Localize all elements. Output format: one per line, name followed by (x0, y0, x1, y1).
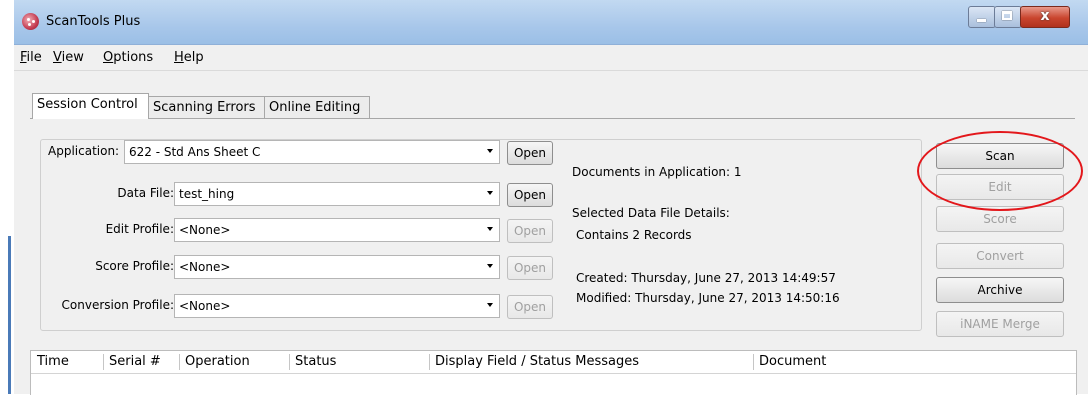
conversion-profile-select[interactable]: <None> (174, 294, 500, 318)
background-window-strip (8, 236, 11, 394)
conversion-profile-value: <None> (179, 299, 231, 313)
maximize-icon (1002, 11, 1012, 20)
edit-profile-value: <None> (179, 223, 231, 237)
score-profile-select[interactable]: <None> (174, 255, 500, 279)
menu-bar: File View Options Help (14, 45, 1088, 71)
column-operation[interactable]: Operation (185, 354, 250, 369)
app-logo-icon (22, 13, 39, 30)
column-time[interactable]: Time (37, 354, 69, 369)
dropdown-arrow-icon (487, 264, 493, 268)
records-count: Contains 2 Records (576, 228, 692, 242)
documents-count: Documents in Application: 1 (572, 165, 742, 179)
minimize-button[interactable] (968, 6, 996, 28)
column-document[interactable]: Document (759, 354, 826, 369)
convert-button[interactable]: Convert (936, 243, 1064, 269)
menu-help[interactable]: Help (174, 50, 204, 65)
score-profile-value: <None> (179, 260, 231, 274)
tab-session-control[interactable]: Session Control (32, 93, 149, 119)
data-file-open-button[interactable]: Open (507, 183, 553, 207)
menu-view[interactable]: View (53, 50, 84, 65)
column-display-field[interactable]: Display Field / Status Messages (435, 354, 639, 369)
dropdown-arrow-icon (487, 149, 493, 153)
data-file-label: Data File: (100, 186, 174, 200)
dropdown-arrow-icon (487, 303, 493, 307)
close-icon: x (1040, 8, 1050, 24)
score-button[interactable]: Score (936, 206, 1064, 232)
title-bar[interactable]: ScanTools Plus x (14, 0, 1088, 45)
tab-online-editing[interactable]: Online Editing (264, 96, 370, 118)
application-select[interactable]: 622 - Std Ans Sheet C (124, 140, 500, 164)
client-area: Session Control Scanning Errors Online E… (14, 71, 1088, 395)
application-open-button[interactable]: Open (507, 141, 553, 165)
minimize-icon (977, 19, 986, 22)
close-button[interactable]: x (1020, 6, 1070, 28)
app-window: ScanTools Plus x File View Options Help … (14, 0, 1088, 395)
scan-button[interactable]: Scan (936, 143, 1064, 169)
data-file-value: test_hing (179, 187, 235, 201)
edit-profile-select[interactable]: <None> (174, 218, 500, 242)
menu-options[interactable]: Options (103, 50, 153, 65)
menu-file[interactable]: File (20, 50, 42, 65)
data-file-select[interactable]: test_hing (174, 182, 500, 206)
edit-profile-label: Edit Profile: (84, 222, 174, 236)
column-serial[interactable]: Serial # (109, 354, 161, 369)
edit-button[interactable]: Edit (936, 174, 1064, 200)
dropdown-arrow-icon (487, 191, 493, 195)
session-log-table[interactable]: Time Serial # Operation Status Display F… (30, 350, 1077, 395)
log-header: Time Serial # Operation Status Display F… (31, 351, 1076, 374)
created-timestamp: Created: Thursday, June 27, 2013 14:49:5… (576, 271, 836, 285)
column-status[interactable]: Status (295, 354, 336, 369)
edit-profile-open-button[interactable]: Open (507, 219, 553, 243)
conversion-profile-label: Conversion Profile: (44, 298, 174, 312)
tab-scanning-errors[interactable]: Scanning Errors (148, 96, 265, 118)
conversion-profile-open-button[interactable]: Open (507, 295, 553, 319)
application-value: 622 - Std Ans Sheet C (129, 145, 261, 159)
score-profile-open-button[interactable]: Open (507, 256, 553, 280)
window-title: ScanTools Plus (46, 14, 141, 29)
iname-merge-button[interactable]: iNAME Merge (936, 311, 1064, 337)
maximize-button[interactable] (994, 6, 1022, 28)
left-edge (0, 0, 14, 394)
application-label: Application: (46, 144, 122, 158)
data-file-details-heading: Selected Data File Details: (572, 206, 730, 220)
dropdown-arrow-icon (487, 227, 493, 231)
score-profile-label: Score Profile: (74, 259, 174, 273)
modified-timestamp: Modified: Thursday, June 27, 2013 14:50:… (576, 291, 840, 305)
archive-button[interactable]: Archive (936, 277, 1064, 303)
